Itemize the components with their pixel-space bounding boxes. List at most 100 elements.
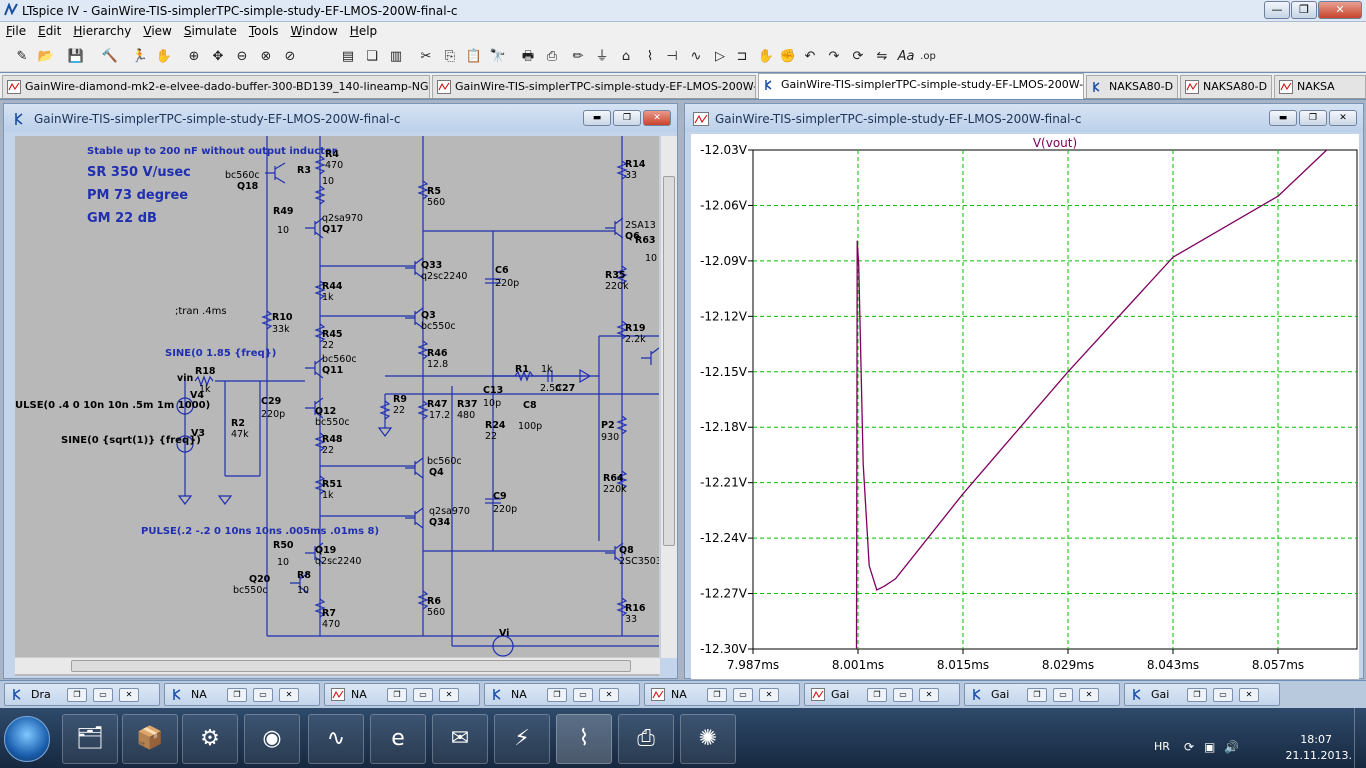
mail-icon[interactable]: ✉ — [432, 714, 488, 764]
component-label[interactable]: R24 — [485, 420, 506, 431]
component-label[interactable]: 1k — [322, 490, 334, 501]
drag-icon[interactable]: ✊ — [778, 47, 798, 67]
schematic-restore-button[interactable]: ❐ — [613, 110, 641, 126]
tab-gainwire-schematic[interactable]: GainWire-TIS-simplerTPC-simple-study-EF-… — [758, 73, 1084, 99]
run-icon[interactable]: 🏃 — [130, 47, 150, 67]
component-label[interactable]: V3 — [191, 428, 205, 439]
component-label[interactable]: R63 — [635, 235, 656, 246]
component-label[interactable]: C13 — [483, 385, 503, 396]
find-icon[interactable]: 🔭 — [488, 47, 508, 67]
component-label[interactable]: R2 — [231, 418, 245, 429]
internet-explorer-icon[interactable]: e — [370, 714, 426, 764]
mini-restore-button[interactable]: ❐ — [547, 688, 567, 702]
mini-restore-button[interactable]: ❐ — [227, 688, 247, 702]
menu-view[interactable]: View — [137, 22, 177, 42]
component-icon[interactable]: ⊐ — [732, 47, 752, 67]
component-label[interactable]: Q33 — [421, 260, 442, 271]
component-label[interactable]: R47 — [427, 399, 448, 410]
component-label[interactable]: R48 — [322, 434, 343, 445]
component-label[interactable]: 470 — [322, 619, 340, 630]
component-label[interactable]: 480 — [457, 410, 475, 421]
component-label[interactable]: bc560c — [322, 354, 357, 365]
minimized-window[interactable]: Gai ❐ ▭ ✕ — [1124, 683, 1280, 706]
copy-icon[interactable]: ⎘ — [440, 47, 460, 67]
component-label[interactable]: Q34 — [429, 517, 451, 528]
component-label[interactable]: Vi — [499, 628, 509, 639]
component-label[interactable]: R37 — [457, 399, 478, 410]
component-label[interactable]: R1 — [515, 364, 529, 375]
component-label[interactable]: R49 — [273, 206, 294, 217]
component-label[interactable]: 220k — [605, 281, 629, 292]
mini-close-button[interactable]: ✕ — [1239, 688, 1259, 702]
component-label[interactable]: 220p — [493, 504, 517, 515]
component-label[interactable]: 220k — [603, 484, 627, 495]
component-label[interactable]: 100p — [518, 421, 542, 432]
component-label[interactable]: R51 — [322, 479, 343, 490]
component-label[interactable]: 47k — [231, 429, 249, 440]
component-label[interactable]: 470 — [325, 160, 343, 171]
show-desktop-button[interactable] — [1354, 708, 1366, 768]
component-label[interactable]: q2sc2240 — [315, 556, 361, 567]
component-label[interactable]: R5 — [427, 186, 441, 197]
menu-help[interactable]: Help — [344, 22, 383, 42]
move-icon[interactable]: ✋ — [756, 47, 776, 67]
component-label[interactable]: 10p — [483, 398, 501, 409]
component-label[interactable]: 220p — [495, 278, 519, 289]
component-label[interactable]: 2.5n — [540, 383, 561, 394]
clock-time[interactable]: 18:07 — [1300, 733, 1332, 746]
menu-file[interactable]: File — [0, 22, 32, 42]
component-label[interactable]: R64 — [603, 473, 624, 484]
component-label[interactable]: 12.8 — [427, 359, 448, 370]
minimized-window[interactable]: NA ❐ ▭ ✕ — [484, 683, 640, 706]
component-label[interactable]: V4 — [190, 390, 204, 401]
installer-icon[interactable]: 📦 — [122, 714, 178, 764]
open-icon[interactable]: 📂 — [36, 47, 56, 67]
mini-maximize-button[interactable]: ▭ — [413, 688, 433, 702]
resistor-icon[interactable]: ⌇ — [640, 47, 660, 67]
component-label[interactable]: P2 — [601, 420, 615, 431]
component-label[interactable]: 2SC3503 — [619, 556, 659, 567]
new-schematic-icon[interactable]: ✎ — [12, 47, 32, 67]
component-label[interactable]: R19 — [625, 323, 646, 334]
component-label[interactable]: bc560c — [225, 170, 260, 181]
minimized-window[interactable]: Gai ❐ ▭ ✕ — [804, 683, 960, 706]
mini-maximize-button[interactable]: ▭ — [893, 688, 913, 702]
component-label[interactable]: 17.2 — [429, 410, 450, 421]
inductor-icon[interactable]: ∿ — [686, 47, 706, 67]
start-button[interactable] — [4, 716, 50, 762]
mini-restore-button[interactable]: ❐ — [1027, 688, 1047, 702]
component-label[interactable]: 1k — [541, 364, 553, 375]
component-label[interactable]: R9 — [393, 394, 407, 405]
vertical-scroll-thumb[interactable] — [663, 176, 675, 546]
paint-splat-icon[interactable]: ✺ — [680, 714, 736, 764]
component-label[interactable]: Q8 — [619, 545, 634, 556]
mini-close-button[interactable]: ✕ — [599, 688, 619, 702]
component-label[interactable]: Q18 — [237, 181, 259, 192]
menu-window[interactable]: Window — [284, 22, 343, 42]
mini-close-button[interactable]: ✕ — [439, 688, 459, 702]
component-label[interactable]: R16 — [625, 603, 646, 614]
cut-icon[interactable]: ✂ — [416, 47, 436, 67]
component-label[interactable]: 22 — [322, 340, 334, 351]
component-label[interactable]: 22 — [393, 405, 405, 416]
tab-diamond-waveform[interactable]: GainWire-diamond-mk2-e-elvee-dado-buffer… — [2, 75, 430, 98]
component-label[interactable]: bc560c — [427, 456, 462, 467]
menu-tools[interactable]: Tools — [243, 22, 285, 42]
print-setup-icon[interactable]: 🖶 — [518, 47, 538, 67]
mini-maximize-button[interactable]: ▭ — [1053, 688, 1073, 702]
component-label[interactable]: 33k — [272, 324, 290, 335]
component-label[interactable]: R46 — [427, 348, 448, 359]
mini-restore-button[interactable]: ❐ — [1187, 688, 1207, 702]
component-label[interactable]: q2sa970 — [322, 213, 363, 224]
component-label[interactable]: R18 — [195, 366, 216, 377]
tile-horizontal-icon[interactable]: ▤ — [338, 47, 358, 67]
component-label[interactable]: R6 — [427, 596, 441, 607]
schematic-horizontal-scrollbar[interactable] — [15, 657, 660, 674]
mini-maximize-button[interactable]: ▭ — [253, 688, 273, 702]
component-label[interactable]: R35 — [605, 270, 626, 281]
schematic-minimize-button[interactable]: ▬ — [583, 110, 611, 126]
minimized-window[interactable]: Gai ❐ ▭ ✕ — [964, 683, 1120, 706]
label-net-icon[interactable]: ⌂ — [616, 47, 636, 67]
component-label[interactable]: Q20 — [249, 574, 271, 585]
component-label[interactable]: 22 — [485, 431, 497, 442]
